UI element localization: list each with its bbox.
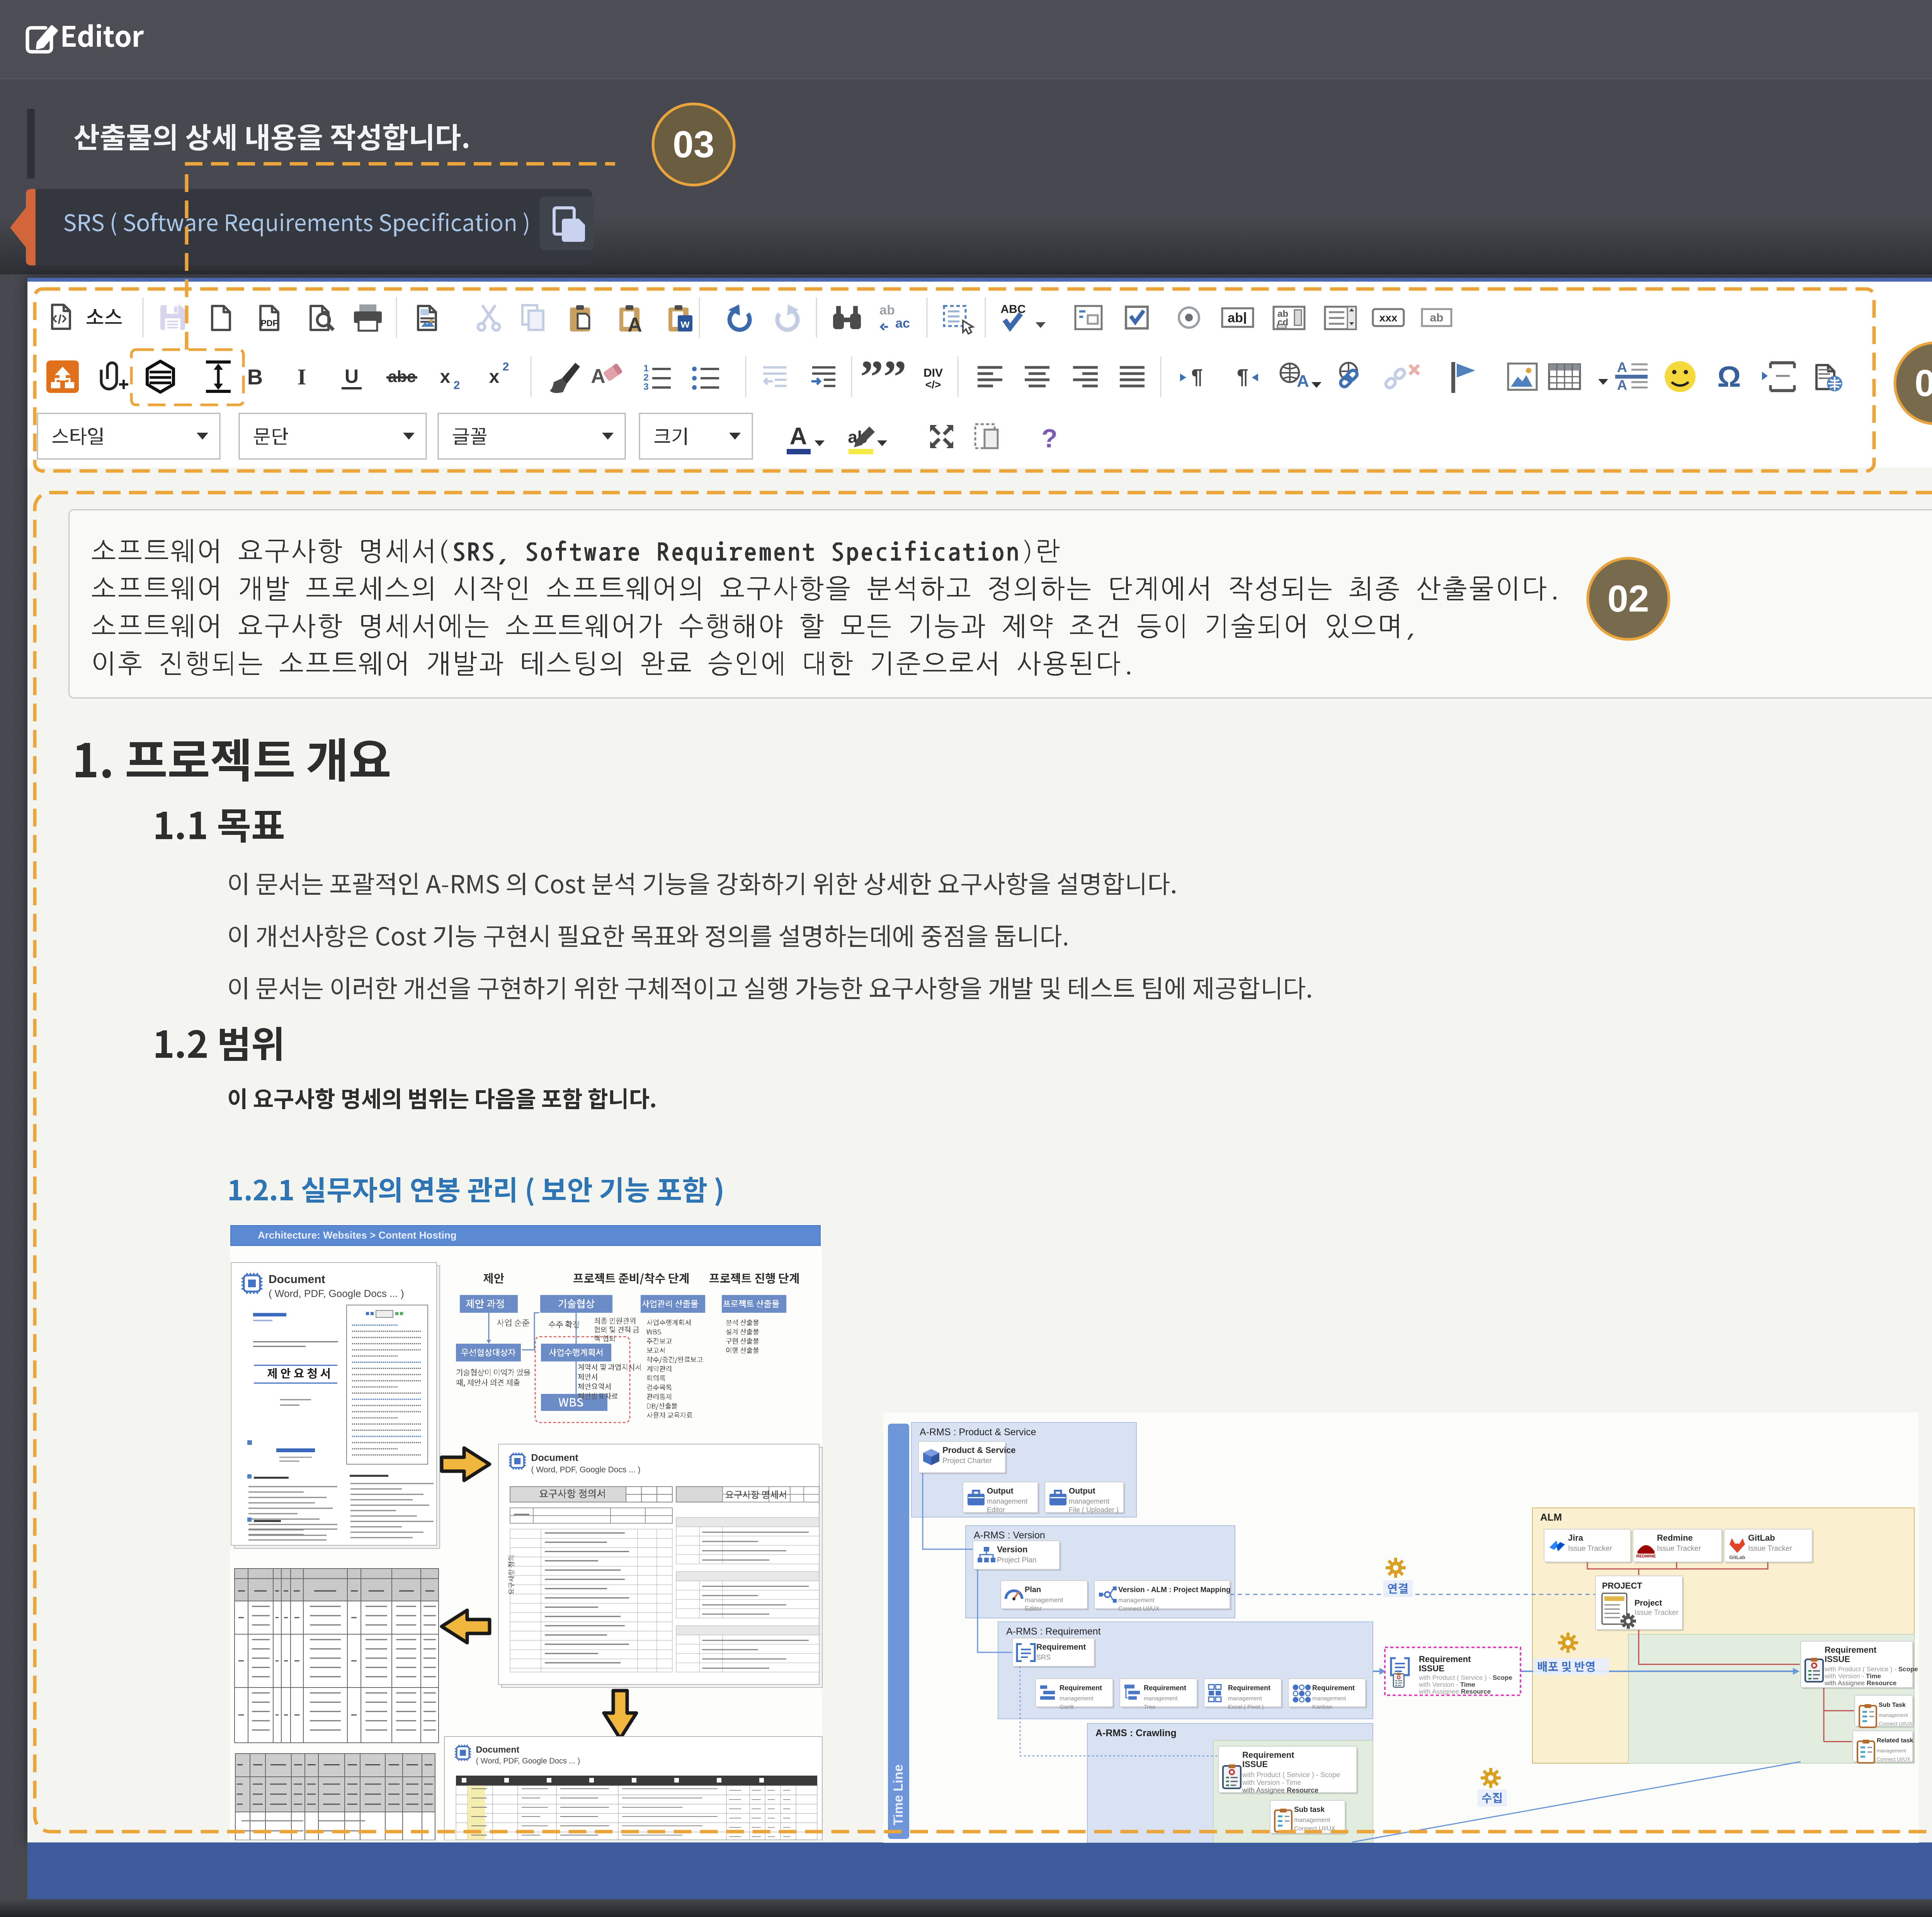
svg-text:03: 03 xyxy=(673,123,714,165)
